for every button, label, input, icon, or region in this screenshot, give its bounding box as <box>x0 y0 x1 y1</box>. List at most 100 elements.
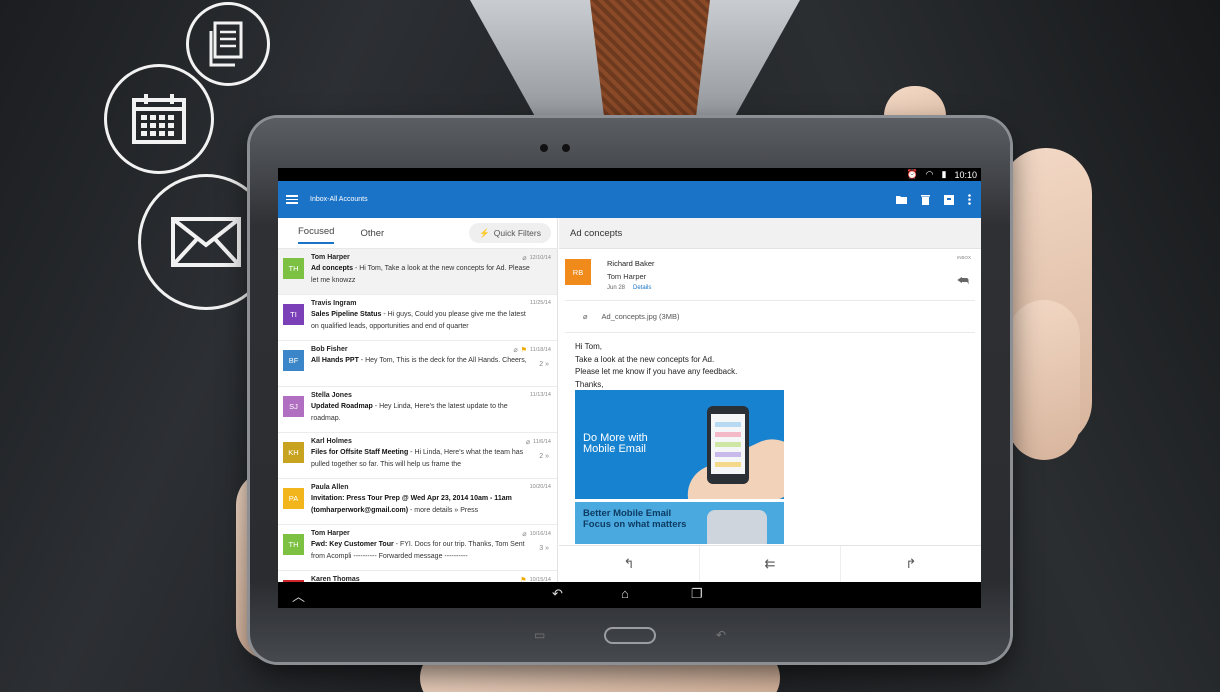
attachment-name: Ad_concepts.jpg (3MB) <box>601 312 680 321</box>
message-action-bar: ↰ ⇇ ↱ <box>559 545 981 582</box>
archive-icon[interactable] <box>944 194 954 205</box>
forward-icon[interactable]: ↱ <box>841 546 981 582</box>
message-subject-line: Fwd: Key Customer Tour <box>311 541 394 548</box>
paperclip-icon: ⌀ <box>583 312 588 321</box>
avatar: TH <box>283 534 304 555</box>
promo-image-2[interactable]: Better Mobile Email Focus on what matter… <box>575 502 784 544</box>
message-date: Jun 28 <box>607 285 626 291</box>
inbox-tabs: Focused Other ⚡ Quick Filters <box>278 218 557 249</box>
paperclip-icon: ⌀ <box>525 439 531 446</box>
thread-count: 3 » <box>539 545 549 552</box>
message-snippet: - more details » Press <box>408 507 479 514</box>
avatar: TH <box>283 258 304 279</box>
message-date-area: ⌀ 11/6/14 <box>526 438 551 446</box>
hardware-back-icon[interactable]: ↶ <box>716 628 726 642</box>
hardware-recents-icon[interactable]: ▭ <box>534 628 545 642</box>
message-date-area: ⌀ ⚑ 11/18/14 <box>513 346 551 354</box>
promo-2-line-1: Better Mobile Email <box>583 508 672 519</box>
lightning-icon: ⚡ <box>479 227 490 238</box>
flag-icon[interactable]: ⚑ <box>521 346 527 354</box>
paperclip-icon: ⌀ <box>522 255 527 262</box>
message-row[interactable]: TH Tom Harper Ad concepts - Hi Tom, Take a… <box>278 249 557 295</box>
message-sender: Stella Jones <box>311 392 352 399</box>
message-date-area: 11/13/14 <box>530 392 551 398</box>
tab-other[interactable]: Other <box>360 228 384 239</box>
phone-illustration <box>707 406 749 484</box>
body-line: Hi Tom, <box>575 342 602 351</box>
message-subject-line: All Hands PPT <box>311 357 359 364</box>
message-date: 11/6/14 <box>533 439 551 445</box>
message-preview: Ad concepts - Hi Tom, Take a look at the… <box>311 263 533 287</box>
message-preview: All Hands PPT - Hey Tom, This is the dec… <box>311 355 533 367</box>
avatar: PA <box>283 488 304 509</box>
thread-count: 2 » <box>539 361 549 368</box>
tab-focused[interactable]: Focused <box>298 226 335 244</box>
attachment-row[interactable]: ⌀ Ad_concepts.jpg (3MB) <box>565 301 975 333</box>
recents-icon[interactable]: ❐ <box>691 586 703 602</box>
promo-1-line-2: Mobile Email <box>583 443 646 455</box>
recipient-name: Tom Harper <box>607 272 647 281</box>
paperclip-icon: ⌀ <box>522 531 527 538</box>
message-date: 10/16/14 <box>529 531 551 537</box>
message-sender: Tom Harper <box>311 530 350 537</box>
quick-filters-button[interactable]: ⚡ Quick Filters <box>469 223 551 243</box>
reading-pane: Ad concepts RB Richard Baker Tom Harper … <box>559 218 981 582</box>
header-reply-icon[interactable]: ⮪ <box>957 273 969 289</box>
document-icon <box>209 21 243 67</box>
alarm-icon: ⏰ <box>906 169 918 179</box>
system-nav-bar: ︿ ↶ ⌂ ❐ <box>278 582 981 608</box>
message-sender: Paula Allen <box>311 484 349 491</box>
up-icon[interactable]: ︿ <box>292 586 305 605</box>
message-date: 11/25/14 <box>529 300 551 306</box>
message-date-area: 11/25/14 <box>530 300 551 306</box>
message-date-area: 10/20/14 <box>530 484 551 490</box>
app-bar: Inbox-All Accounts <box>278 181 981 218</box>
message-date: 11/18/14 <box>529 347 551 353</box>
message-date: 12/10/14 <box>529 255 551 261</box>
avatar: BF <box>283 350 304 371</box>
back-icon[interactable]: ↶ <box>552 586 563 602</box>
message-preview: Files for Offsite Staff Meeting - Hi Lin… <box>311 447 533 471</box>
reply-icon[interactable]: ↰ <box>559 546 700 582</box>
folder-icon[interactable] <box>896 195 907 204</box>
message-row[interactable]: KH Karl Holmes Files for Offsite Staff Mee… <box>278 433 557 479</box>
battery-icon: ▮ <box>941 169 947 179</box>
wifi-icon: ◠ <box>925 169 934 179</box>
message-row[interactable]: TH Tom Harper Fwd: Key Customer Tour - FYI… <box>278 525 557 571</box>
quick-filters-label: Quick Filters <box>493 228 541 238</box>
promo-image-1[interactable]: Do More with Mobile Email <box>575 390 784 499</box>
calendar-icon <box>132 94 186 144</box>
message-row[interactable]: SJ Stella Jones Updated Roadmap - Hey Lind… <box>278 387 557 433</box>
message-subject-line: Ad concepts <box>311 265 354 272</box>
promo-2-line-2: Focus on what matters <box>583 519 687 530</box>
delete-icon[interactable] <box>921 194 930 205</box>
message-row[interactable]: TI Travis Ingram Sales Pipeline Status - H… <box>278 295 557 341</box>
tablet-screen: ⏰ ◠ ▮ 10:10 Inbox-All Accounts Focused O… <box>278 168 981 608</box>
message-date-area: ⌀ 10/16/14 <box>522 530 551 538</box>
message-subject-line: Updated Roadmap <box>311 403 373 410</box>
calendar-bubble <box>104 64 214 174</box>
message-list-pane: Focused Other ⚡ Quick Filters TH Tom Harp… <box>278 218 558 601</box>
message-list: TH Tom Harper Ad concepts - Hi Tom, Take a… <box>278 249 557 608</box>
message-sender: Tom Harper <box>311 254 350 261</box>
message-preview: Sales Pipeline Status - Hi guys, Could y… <box>311 309 533 333</box>
details-link[interactable]: Details <box>633 285 651 291</box>
message-row[interactable]: PA Paula Allen Invitation: Press Tour Prep… <box>278 479 557 525</box>
hamburger-menu-icon[interactable] <box>286 195 298 204</box>
message-sender: Karl Holmes <box>311 438 352 445</box>
message-meta: Jun 28 Details <box>607 285 975 291</box>
home-icon[interactable]: ⌂ <box>621 586 629 601</box>
sender-name[interactable]: Richard Baker <box>607 259 975 268</box>
avatar: TI <box>283 304 304 325</box>
message-row[interactable]: BF Bob Fisher All Hands PPT - Hey Tom, Thi… <box>278 341 557 387</box>
message-header: RB Richard Baker Tom Harper Jun 28 Detail… <box>565 249 975 301</box>
body-line: Take a look at the new concepts for Ad. <box>575 354 715 364</box>
more-options-icon[interactable] <box>968 194 971 205</box>
app-bar-title[interactable]: Inbox-All Accounts <box>310 196 368 203</box>
hardware-home-button[interactable] <box>604 627 656 644</box>
message-preview: Updated Roadmap - Hey Linda, Here's the … <box>311 401 533 425</box>
message-subject-line: Files for Offsite Staff Meeting <box>311 449 409 456</box>
reply-all-icon[interactable]: ⇇ <box>700 546 841 582</box>
message-subject-line: Sales Pipeline Status <box>311 311 382 318</box>
status-bar: ⏰ ◠ ▮ 10:10 <box>278 168 981 181</box>
